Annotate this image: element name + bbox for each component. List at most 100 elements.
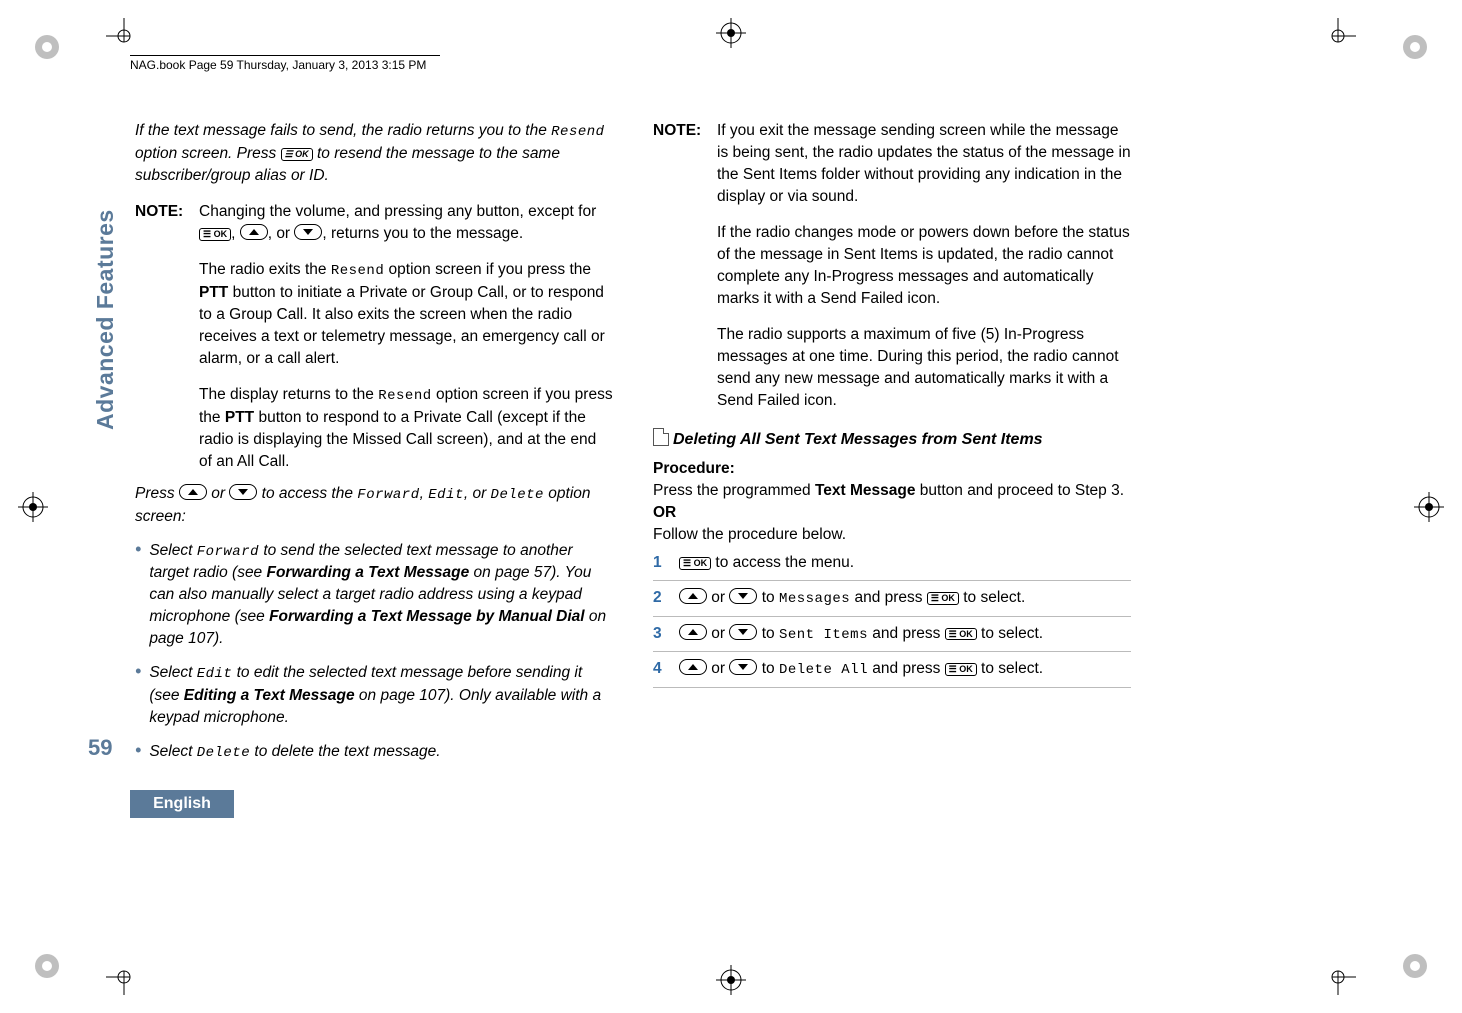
step-text: or bbox=[707, 625, 729, 642]
ok-button-icon: ☰ OK bbox=[679, 557, 711, 570]
code-delete: Delete bbox=[197, 745, 250, 761]
up-button-icon bbox=[679, 624, 707, 640]
right-column: NOTE: If you exit the message sending sc… bbox=[653, 120, 1131, 764]
bullet-text: Select bbox=[149, 743, 196, 760]
note-text: The display returns to the bbox=[199, 386, 378, 403]
sidebar-section-title: Advanced Features bbox=[92, 209, 119, 430]
code-edit: Edit bbox=[428, 487, 464, 503]
press-text: to access the bbox=[257, 485, 357, 502]
text-message-label: Text Message bbox=[815, 482, 916, 499]
step-text: or bbox=[707, 589, 729, 606]
press-text: Press bbox=[135, 485, 179, 502]
running-header: NAG.book Page 59 Thursday, January 3, 20… bbox=[130, 55, 440, 72]
up-button-icon bbox=[179, 484, 207, 500]
step-text: to select. bbox=[959, 589, 1025, 606]
ptt-label: PTT bbox=[199, 284, 228, 301]
procedure-text: button and proceed to Step 3. bbox=[915, 482, 1124, 499]
code-resend: Resend bbox=[331, 263, 384, 279]
crop-corner-icon bbox=[106, 959, 142, 995]
crop-corner-icon bbox=[1320, 959, 1356, 995]
bullet-text: Select bbox=[149, 542, 196, 559]
code-sent-items: Sent Items bbox=[779, 627, 868, 643]
step-text: to select. bbox=[977, 625, 1043, 642]
code-edit: Edit bbox=[197, 666, 233, 682]
code-resend: Resend bbox=[551, 124, 604, 140]
code-resend: Resend bbox=[378, 388, 431, 404]
registration-mark-icon bbox=[1414, 492, 1444, 522]
note-text: button to respond to a Private Call (exc… bbox=[199, 409, 596, 470]
page-number: 59 bbox=[88, 735, 112, 761]
registration-mark-icon bbox=[716, 965, 746, 995]
step-number: 2 bbox=[653, 587, 669, 609]
ok-button-icon: ☰ OK bbox=[945, 663, 977, 676]
step-number: 3 bbox=[653, 623, 669, 645]
procedure-label: Procedure: bbox=[653, 458, 1131, 480]
step-text: to bbox=[757, 589, 779, 606]
note-text: If the radio changes mode or powers down… bbox=[717, 222, 1131, 310]
note-text: If you exit the message sending screen w… bbox=[717, 120, 1131, 208]
code-messages: Messages bbox=[779, 591, 850, 607]
up-button-icon bbox=[679, 659, 707, 675]
crop-corner-icon bbox=[1320, 18, 1356, 54]
section-heading: Deleting All Sent Text Messages from Sen… bbox=[673, 431, 1043, 448]
left-column: If the text message fails to send, the r… bbox=[135, 120, 613, 764]
down-button-icon bbox=[294, 224, 322, 240]
step-number: 1 bbox=[653, 552, 669, 574]
intro-text: option screen. Press bbox=[135, 145, 281, 162]
ptt-label: PTT bbox=[225, 409, 254, 426]
note-label: NOTE: bbox=[653, 120, 711, 412]
gear-mark-icon bbox=[1398, 949, 1432, 983]
step-number: 4 bbox=[653, 658, 669, 680]
down-button-icon bbox=[229, 484, 257, 500]
press-text: or bbox=[207, 485, 229, 502]
note-text: option screen if you press the bbox=[384, 261, 591, 278]
xref: Forwarding a Text Message bbox=[267, 564, 470, 581]
note-text: Changing the volume, and pressing any bu… bbox=[199, 203, 596, 220]
step-text: and press bbox=[850, 589, 927, 606]
xref: Forwarding a Text Message by Manual Dial bbox=[269, 608, 585, 625]
follow-text: Follow the procedure below. bbox=[653, 524, 1131, 546]
down-button-icon bbox=[729, 588, 757, 604]
press-text: , or bbox=[464, 485, 491, 502]
step-text: to bbox=[757, 660, 779, 677]
code-forward: Forward bbox=[357, 487, 419, 503]
step-text: to bbox=[757, 625, 779, 642]
gear-mark-icon bbox=[1398, 30, 1432, 64]
language-badge: English bbox=[130, 790, 234, 818]
bullet-text: Select bbox=[149, 664, 196, 681]
step-text: and press bbox=[868, 660, 945, 677]
page-icon bbox=[653, 428, 669, 446]
step-text: and press bbox=[868, 625, 945, 642]
bullet-icon: • bbox=[135, 540, 141, 651]
intro-text: If the text message fails to send, the r… bbox=[135, 122, 551, 139]
bullet-text: to delete the text message. bbox=[250, 743, 440, 760]
procedure-text: Press the programmed bbox=[653, 482, 815, 499]
gear-mark-icon bbox=[30, 30, 64, 64]
code-forward: Forward bbox=[197, 544, 259, 560]
code-delete: Delete bbox=[491, 487, 544, 503]
step-text: to access the menu. bbox=[711, 554, 854, 571]
gear-mark-icon bbox=[30, 949, 64, 983]
ok-button-icon: ☰ OK bbox=[927, 592, 959, 605]
xref: Editing a Text Message bbox=[184, 687, 355, 704]
bullet-icon: • bbox=[135, 662, 141, 729]
or-label: OR bbox=[653, 502, 1131, 524]
registration-mark-icon bbox=[18, 492, 48, 522]
code-delete-all: Delete All bbox=[779, 662, 868, 678]
note-text: The radio exits the bbox=[199, 261, 331, 278]
step-text: or bbox=[707, 660, 729, 677]
note-text: , returns you to the message. bbox=[322, 225, 523, 242]
up-button-icon bbox=[240, 224, 268, 240]
note-text: button to initiate a Private or Group Ca… bbox=[199, 284, 605, 367]
bullet-icon: • bbox=[135, 741, 141, 764]
up-button-icon bbox=[679, 588, 707, 604]
down-button-icon bbox=[729, 659, 757, 675]
note-text: The radio supports a maximum of five (5)… bbox=[717, 324, 1131, 412]
step-text: to select. bbox=[977, 660, 1043, 677]
ok-button-icon: ☰ OK bbox=[945, 628, 977, 641]
ok-button-icon: ☰ OK bbox=[281, 148, 313, 161]
ok-button-icon: ☰ OK bbox=[199, 228, 231, 241]
crop-corner-icon bbox=[106, 18, 142, 54]
registration-mark-icon bbox=[716, 18, 746, 48]
down-button-icon bbox=[729, 624, 757, 640]
